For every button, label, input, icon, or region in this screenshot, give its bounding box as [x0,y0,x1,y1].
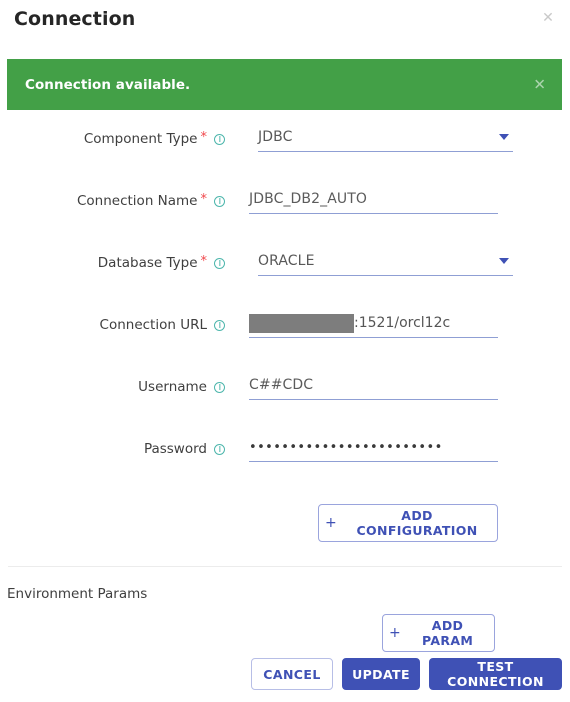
add-configuration-row: + ADD CONFIGURATION [0,504,570,542]
plus-icon: + [389,625,402,641]
form-row-connection-url: Connection URL :1521/orcl12c [0,309,570,371]
banner-close-icon[interactable]: ✕ [533,77,546,92]
connection-url-value-wrap: :1521/orcl12c [249,313,451,333]
chevron-down-icon[interactable] [499,258,509,264]
dialog-header: Connection ✕ [0,0,570,48]
database-type-select[interactable]: ORACLE [258,247,513,276]
component-type-select[interactable]: JDBC [258,123,513,152]
cancel-button[interactable]: CANCEL [251,658,333,690]
control-username: C##CDC [225,371,570,400]
control-connection-url: :1521/orcl12c [225,309,570,338]
chevron-down-icon[interactable] [499,134,509,140]
connection-url-value: :1521/orcl12c [354,315,451,331]
plus-icon: + [325,515,338,531]
test-connection-button[interactable]: TEST CONNECTION [429,658,562,690]
label-text: Database Type [97,255,198,271]
form-row-connection-name: Connection Name * JDBC_DB2_AUTO [0,185,570,247]
control-database-type: ORACLE [225,247,570,276]
password-value: •••••••••••••••••••••••• [249,439,443,455]
required-asterisk: * [200,253,208,269]
connection-name-input[interactable]: JDBC_DB2_AUTO [249,185,498,214]
info-icon[interactable] [214,133,225,145]
label-text: Component Type [83,131,198,147]
label-connection-name: Connection Name * [0,185,225,209]
info-icon[interactable] [214,443,225,455]
dialog-footer: CANCEL UPDATE TEST CONNECTION [0,658,570,690]
add-param-label: ADD PARAM [421,618,474,648]
environment-params-label: Environment Params [7,586,148,602]
label-component-type: Component Type * [0,123,225,147]
username-input[interactable]: C##CDC [249,371,498,400]
password-input[interactable]: •••••••••••••••••••••••• [249,433,498,462]
status-banner-message: Connection available. [25,76,191,93]
status-banner-success: Connection available. ✕ [7,59,562,110]
connection-name-value: JDBC_DB2_AUTO [249,191,368,207]
close-icon[interactable]: ✕ [538,8,558,28]
form-row-component-type: Component Type * JDBC [0,123,570,185]
connection-url-input[interactable]: :1521/orcl12c [249,309,498,338]
control-connection-name: JDBC_DB2_AUTO [225,185,570,214]
info-icon[interactable] [214,257,225,269]
component-type-value: JDBC [258,129,293,145]
form-row-database-type: Database Type * ORACLE [0,247,570,309]
update-button[interactable]: UPDATE [342,658,420,690]
label-text: Username [138,379,207,395]
form-row-password: Password •••••••••••••••••••••••• [0,433,570,495]
label-text: Password [143,441,207,457]
info-icon[interactable] [214,195,225,207]
info-icon[interactable] [214,381,225,393]
required-asterisk: * [200,191,208,207]
control-password: •••••••••••••••••••••••• [225,433,570,462]
add-param-button[interactable]: + ADD PARAM [382,614,495,652]
label-text: Connection Name [76,193,198,209]
label-password: Password [0,433,225,457]
label-connection-url: Connection URL [0,309,225,333]
add-param-row: + ADD PARAM [0,614,570,652]
required-asterisk: * [200,129,208,145]
add-configuration-label: ADD CONFIGURATION [356,508,478,538]
username-value: C##CDC [249,377,314,393]
form-row-username: Username C##CDC [0,371,570,433]
page-title: Connection [14,8,136,30]
redacted-host-block [249,313,354,333]
label-text: Connection URL [99,317,207,333]
info-icon[interactable] [214,319,225,331]
add-configuration-button[interactable]: + ADD CONFIGURATION [318,504,498,542]
label-database-type: Database Type * [0,247,225,271]
label-username: Username [0,371,225,395]
database-type-value: ORACLE [258,253,315,269]
connection-form: Component Type * JDBC Connection Name * … [0,110,570,542]
control-component-type: JDBC [225,123,570,152]
